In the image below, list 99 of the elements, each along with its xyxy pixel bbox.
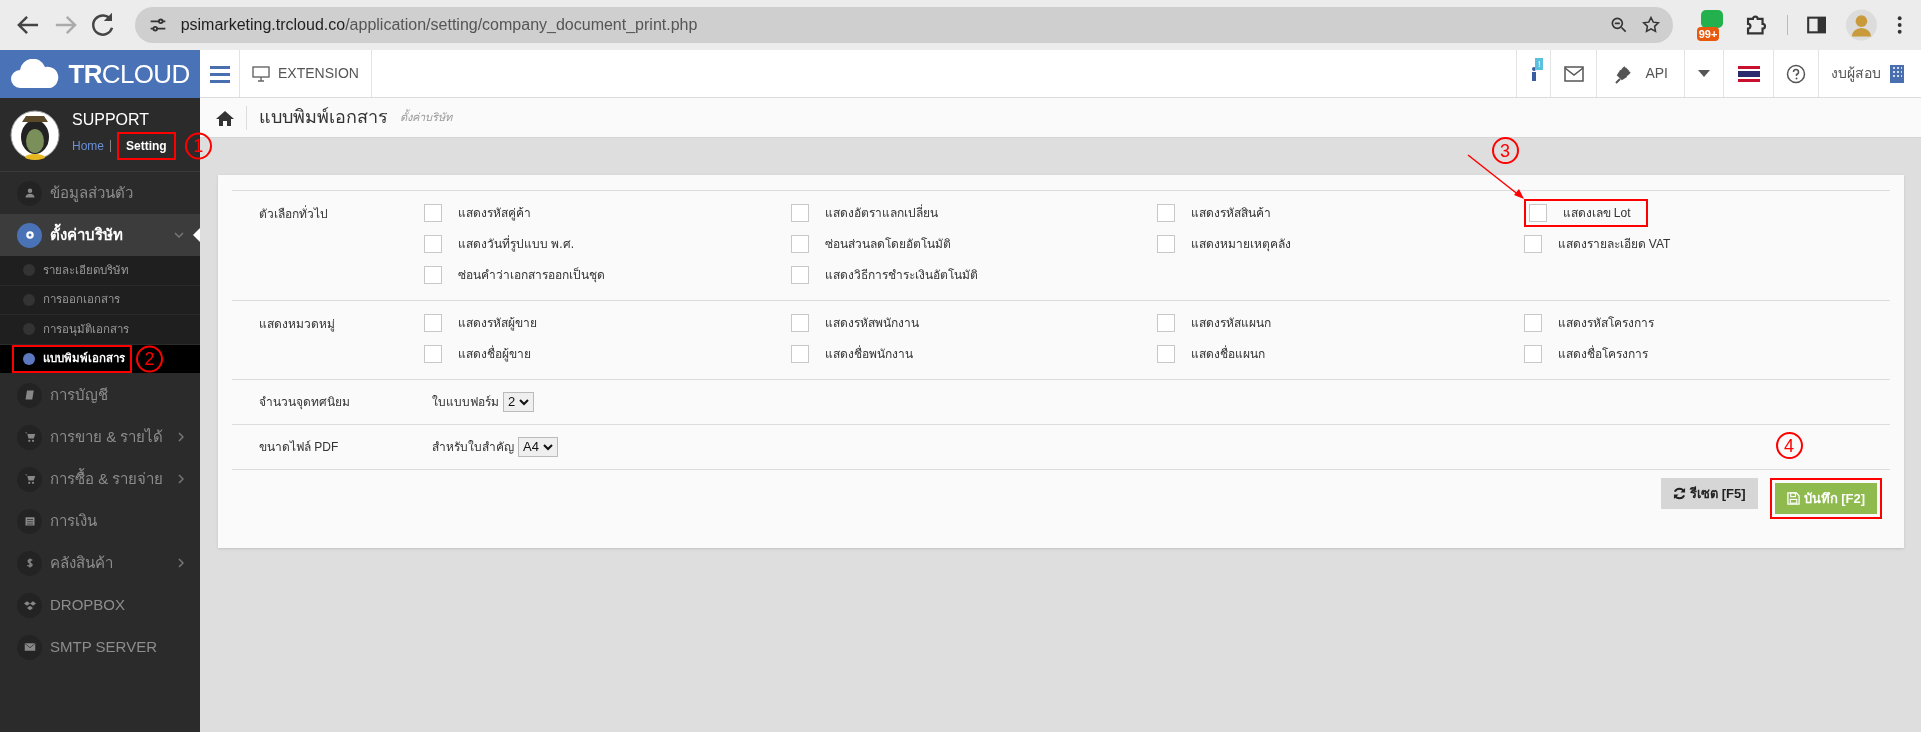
submenu-item[interactable]: การอนุมัติเอกสาร (0, 315, 200, 345)
extension-tab[interactable]: EXTENSION (240, 50, 372, 97)
monitor-icon (252, 65, 270, 82)
callout-number: 3 (1491, 137, 1519, 164)
checkbox[interactable] (1157, 314, 1175, 332)
envelope-icon (23, 641, 36, 653)
address-bar[interactable]: psimarketing.trcloud.co/application/setting/company_document_print.php (134, 7, 1673, 43)
envelope-icon (1563, 65, 1584, 82)
chevron-down-icon (542, 443, 553, 451)
checkbox-label: แสดงรหัสโครงการ (1557, 315, 1654, 332)
api-button[interactable]: API (1596, 50, 1684, 97)
company-button[interactable]: งบผู้สอบ (1818, 50, 1921, 97)
checkbox[interactable] (790, 204, 809, 222)
caret-down-icon (1698, 70, 1710, 77)
checkbox-label: แสดงรหัสแผนก (1191, 315, 1271, 332)
sidebar-item[interactable]: SMTP SERVER (0, 626, 200, 668)
checkbox[interactable] (1523, 235, 1542, 253)
avatar-icon (10, 109, 60, 160)
checkbox-label: แสดงอัตราแลกเปลี่ยน (824, 204, 938, 222)
checkbox[interactable] (424, 204, 442, 222)
checkbox[interactable] (424, 345, 442, 363)
user-icon (23, 187, 36, 199)
logo-text: TRCLOUD (68, 57, 190, 91)
section-label: ตัวเลือกทั่วไป (258, 204, 329, 223)
checkbox-label: แสดงชื่อแผนก (1191, 345, 1265, 363)
sidebar-item[interactable]: ตั้งค่าบริษัท (0, 214, 200, 256)
submenu-item[interactable]: รายละเอียดบริษัท (0, 256, 200, 286)
checkbox[interactable] (1523, 345, 1542, 363)
section-label: ขนาดไฟล์ PDF (258, 439, 340, 456)
cloud-icon (10, 59, 61, 89)
callout-number: 2 (136, 345, 163, 373)
checkbox[interactable] (424, 235, 442, 253)
checkbox-label: แสดงวิธีการชำระเงินอัตโนมัติ (824, 267, 978, 284)
dropdown[interactable]: 2 (503, 392, 535, 412)
checkbox[interactable] (1528, 204, 1547, 222)
breadcrumb-link[interactable]: Home (72, 136, 104, 155)
section-label: แสดงหมวดหมู่ (258, 316, 336, 334)
checkbox[interactable] (424, 266, 442, 284)
checkbox-label: แสดงรหัสคู่ค้า (458, 205, 531, 222)
callout-number: 4 (1775, 432, 1803, 459)
checkbox[interactable] (1523, 314, 1542, 332)
avatar-icon[interactable] (1844, 8, 1878, 42)
menu-icon (209, 64, 230, 83)
dropdown[interactable]: A4 (518, 437, 558, 457)
building-icon (1889, 63, 1905, 84)
sidebar-item[interactable]: การซื้อ & รายจ่าย (0, 458, 200, 500)
checkbox[interactable] (790, 266, 809, 284)
sidebar-item[interactable]: ข้อมูลส่วนตัว (0, 172, 200, 214)
page-subtitle: ตั้งค่าบริษัท (400, 109, 452, 126)
submenu-item[interactable]: การออกเอกสาร (0, 285, 200, 315)
submenu-item[interactable]: แบบพิมพ์เอกสาร 2 (0, 344, 200, 374)
checkbox[interactable] (790, 345, 809, 363)
checkbox[interactable] (424, 314, 442, 332)
star-icon[interactable] (1640, 15, 1661, 35)
notification-badge: ! (1534, 58, 1544, 70)
checkbox-label: แสดงหมายเหตุคลัง (1191, 236, 1291, 253)
checkbox-label: ซ่อนส่วนลดโดยอัตโนมัติ (824, 236, 951, 253)
sidebar-item[interactable]: คลังสินค้า (0, 542, 200, 584)
refresh-icon (1673, 487, 1687, 500)
checkbox-label: แสดงรหัสสินค้า (1191, 205, 1271, 222)
chevron-down-icon (519, 398, 530, 406)
profile-name: SUPPORT (72, 109, 151, 130)
plug-icon (1613, 63, 1634, 84)
checkbox-label: แสดงชื่อผู้ขาย (458, 345, 531, 363)
section-label: จำนวนจุดทศนิยม (258, 394, 351, 411)
checkbox-label: แสดงชื่อโครงการ (1557, 345, 1648, 363)
sidebar-item[interactable]: การบัญชี (0, 374, 200, 416)
dropbox-icon (23, 599, 36, 611)
url-text[interactable]: psimarketing.trcloud.co/application/setting/company_document_print.php (180, 13, 1597, 37)
checkbox-label: แสดงรายละเอียด VAT (1557, 236, 1671, 253)
sidebar-item[interactable]: การเงิน (0, 500, 200, 542)
breadcrumb-link[interactable]: Setting (122, 136, 171, 155)
checkbox-label: แสดงชื่อพนักงาน (824, 345, 913, 363)
sidebar-item[interactable]: การขาย & รายได้ (0, 416, 200, 458)
checkbox-label: แสดงรหัสผู้ขาย (458, 315, 537, 332)
checkbox-label: แสดงเลข Lot (1562, 205, 1631, 222)
sidebar-item[interactable]: DROPBOX (0, 584, 200, 626)
checkbox[interactable] (790, 314, 809, 332)
book-icon (23, 389, 36, 401)
gear-icon (23, 229, 36, 241)
reset-button[interactable]: รีเซต [F5] (1661, 478, 1758, 509)
help-icon (1786, 63, 1806, 84)
checkbox-label: แสดงรหัสพนักงาน (824, 315, 919, 332)
checkbox-label: แสดงวันที่รูปแบบ พ.ศ. (458, 235, 574, 253)
home-icon[interactable] (216, 109, 234, 126)
checkbox[interactable] (1157, 345, 1175, 363)
logo[interactable]: TRCLOUD (0, 50, 200, 98)
calendar-icon (23, 515, 36, 527)
notification-badge: 99+ (1696, 27, 1720, 41)
extension-icon[interactable] (1699, 9, 1724, 29)
flag-icon (1737, 65, 1760, 82)
field-label: ใบแบบฟอร์ม (432, 394, 499, 411)
checkbox[interactable] (1157, 204, 1175, 222)
info-icon (1529, 65, 1538, 82)
checkbox[interactable] (1157, 235, 1175, 253)
page-title: แบบพิมพ์เอกสาร (259, 106, 388, 129)
field-label: สำหรับใบสำคัญ (432, 439, 514, 456)
checkbox[interactable] (790, 235, 809, 253)
checkbox-label: ซ่อนคำว่าเอกสารออกเป็นชุด (458, 266, 605, 284)
